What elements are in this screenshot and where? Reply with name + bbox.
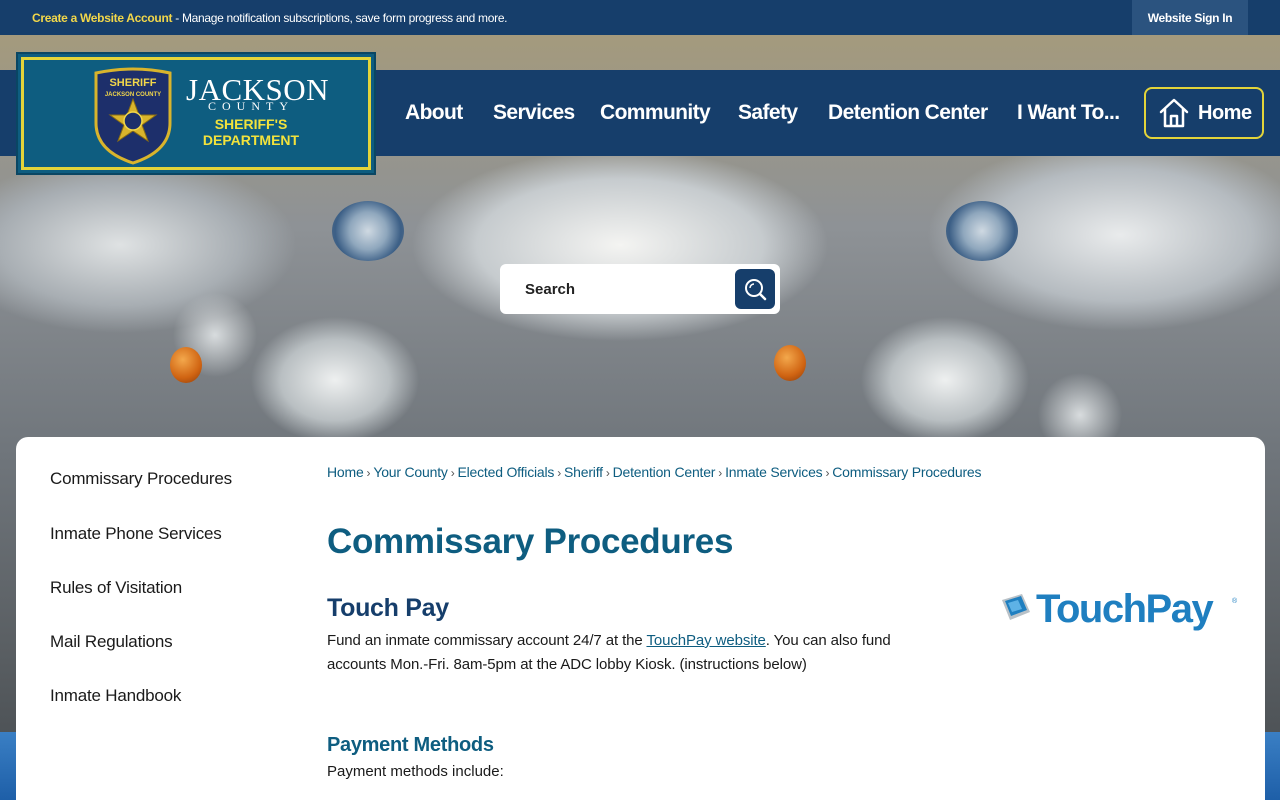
sidebar-item-commissary-procedures[interactable]: Commissary Procedures — [50, 469, 232, 489]
sidebar-item-mail-regulations[interactable]: Mail Regulations — [50, 632, 173, 652]
touch-pay-heading: Touch Pay — [327, 594, 449, 622]
breadcrumb: Home › Your County › Elected Officials › Sheri… — [327, 464, 982, 480]
touch-pay-description: Fund an inmate commissary account 24/7 a… — [327, 629, 937, 677]
breadcrumb-inmate-services[interactable]: Inmate Services — [725, 464, 823, 480]
account-promo: Create a Website Account - Manage notifi… — [32, 11, 508, 25]
sign-in-button[interactable]: Website Sign In — [1132, 0, 1248, 35]
breadcrumb-separator: › — [557, 466, 562, 480]
breadcrumb-home[interactable]: Home — [327, 464, 364, 480]
utility-bar: Create a Website Account - Manage notifi… — [0, 0, 1280, 35]
breadcrumb-commissary-procedures[interactable]: Commissary Procedures — [832, 464, 981, 480]
breadcrumb-separator: › — [450, 466, 455, 480]
breadcrumb-detention-center[interactable]: Detention Center — [613, 464, 716, 480]
search-box — [500, 264, 780, 314]
sidebar-item-inmate-handbook[interactable]: Inmate Handbook — [50, 686, 181, 706]
sidebar-item-rules-of-visitation[interactable]: Rules of Visitation — [50, 578, 182, 598]
breadcrumb-separator: › — [718, 466, 723, 480]
nav-item-detention-center[interactable]: Detention Center — [828, 101, 988, 125]
touchpay-logo: TouchPay ® — [996, 586, 1240, 634]
sidebar-item-inmate-phone-services[interactable]: Inmate Phone Services — [50, 524, 222, 544]
breadcrumb-sheriff[interactable]: Sheriff — [564, 464, 603, 480]
hero-signal-light-right — [774, 345, 806, 381]
search-input[interactable] — [525, 281, 715, 298]
breadcrumb-your-county[interactable]: Your County — [373, 464, 448, 480]
payment-methods-text: Payment methods include: — [327, 763, 504, 780]
breadcrumb-separator: › — [605, 466, 610, 480]
nav-item-i-want-to[interactable]: I Want To... — [1017, 101, 1120, 125]
search-icon — [745, 279, 767, 301]
promo-text: - Manage notification subscriptions, sav… — [172, 11, 508, 25]
home-button[interactable]: Home — [1144, 87, 1264, 139]
house-icon — [1159, 98, 1189, 128]
nav-item-services[interactable]: Services — [493, 101, 575, 125]
breadcrumb-elected-officials[interactable]: Elected Officials — [457, 464, 554, 480]
touchpay-logo-icon — [1002, 594, 1030, 620]
touchpay-registered-mark: ® — [1232, 598, 1238, 605]
create-account-link[interactable]: Create a Website Account — [32, 11, 172, 25]
para-text-before: Fund an inmate commissary account 24/7 a… — [327, 632, 647, 649]
home-button-label: Home — [1198, 101, 1252, 124]
page-title: Commissary Procedures — [327, 522, 734, 561]
search-button[interactable] — [735, 269, 775, 309]
nav-item-safety[interactable]: Safety — [738, 101, 798, 125]
payment-methods-heading: Payment Methods — [327, 734, 494, 756]
hero-emblem-left — [332, 201, 404, 261]
hero-emblem-right — [946, 201, 1018, 261]
nav-item-community[interactable]: Community — [600, 101, 711, 125]
nav-item-about[interactable]: About — [405, 101, 463, 125]
touchpay-logo-text: TouchPay — [1036, 587, 1214, 631]
touchpay-website-link[interactable]: TouchPay website — [646, 632, 765, 649]
hero-signal-light-left — [170, 347, 202, 383]
breadcrumb-separator: › — [366, 466, 371, 480]
main-nav: About Services Community Safety Detentio… — [0, 70, 1280, 156]
breadcrumb-separator: › — [825, 466, 830, 480]
